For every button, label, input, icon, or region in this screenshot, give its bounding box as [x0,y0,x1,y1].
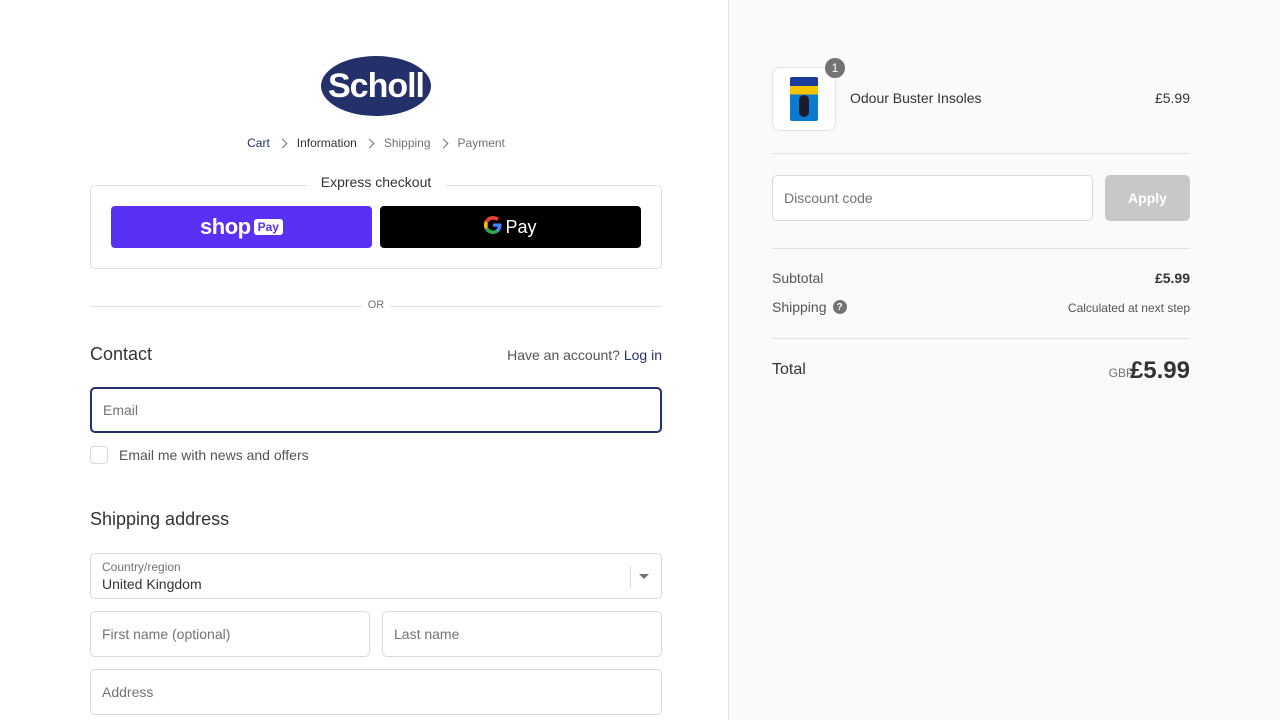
google-icon [484,215,503,239]
shop-pay-logo: shop [200,214,251,239]
select-divider [630,566,631,588]
product-thumbnail [772,67,836,131]
breadcrumb-information: Information [296,136,357,150]
account-prompt: Have an account? Log in [507,347,662,363]
subtotal-label: Subtotal [772,270,824,286]
subtotal-value: £5.99 [1154,270,1190,286]
country-value: United Kingdom [102,576,202,592]
checkout-main: Scholl Cart Information Shipping Payment… [0,0,728,720]
email-input[interactable] [92,389,660,431]
summary-divider [772,248,1190,249]
insoles-package-icon [790,77,818,121]
shop-pay-button[interactable]: shop Pay [111,206,372,248]
last-name-input[interactable] [383,612,661,656]
address-input[interactable] [91,670,661,714]
shipping-row: Shipping? [772,299,847,315]
total-value: £5.99 [1129,357,1190,384]
first-name-input[interactable] [91,612,369,656]
chevron-right-icon [364,138,375,148]
total-label: Total [772,361,806,378]
email-field-wrapper [90,387,662,433]
shop-pay-badge: Pay [253,219,283,235]
last-name-field-wrapper [382,611,662,657]
product-name: Odour Buster Insoles [850,90,982,106]
help-icon[interactable]: ? [832,300,847,315]
express-checkout-title: Express checkout [306,174,446,190]
newsletter-checkbox[interactable] [90,446,108,464]
login-link[interactable]: Log in [624,347,662,363]
newsletter-label: Email me with news and offers [119,447,309,463]
contact-heading: Contact [90,344,153,364]
newsletter-row: Email me with news and offers [90,446,309,464]
summary-divider [772,338,1190,339]
breadcrumb: Cart Information Shipping Payment [0,136,752,150]
product-price: £5.99 [1154,90,1190,106]
chevron-down-icon [639,574,649,579]
chevron-right-icon [277,138,288,148]
shipping-address-heading: Shipping address [90,509,230,529]
apply-discount-button[interactable]: Apply [1105,175,1190,221]
discount-field-wrapper [772,175,1093,221]
google-pay-label: Pay [505,216,537,237]
address-field-wrapper [90,669,662,715]
breadcrumb-shipping: Shipping [383,136,431,150]
quantity-badge: 1 [824,57,846,79]
logo-text: Scholl [327,66,425,105]
breadcrumb-cart[interactable]: Cart [247,136,270,150]
country-select[interactable]: Country/region United Kingdom [90,553,662,599]
have-account-text: Have an account? [507,347,620,363]
breadcrumb-payment: Payment [457,136,505,150]
chevron-right-icon [438,138,448,148]
summary-divider [772,153,1190,154]
or-divider-text: OR [362,299,390,311]
shipping-value: Calculated at next step [1067,301,1190,315]
first-name-field-wrapper [90,611,370,657]
google-pay-button[interactable]: Pay [380,206,641,248]
brand-logo[interactable]: Scholl [321,56,431,116]
country-label: Country/region [102,560,181,574]
discount-code-input[interactable] [773,176,1092,220]
shipping-label: Shipping [772,299,827,315]
